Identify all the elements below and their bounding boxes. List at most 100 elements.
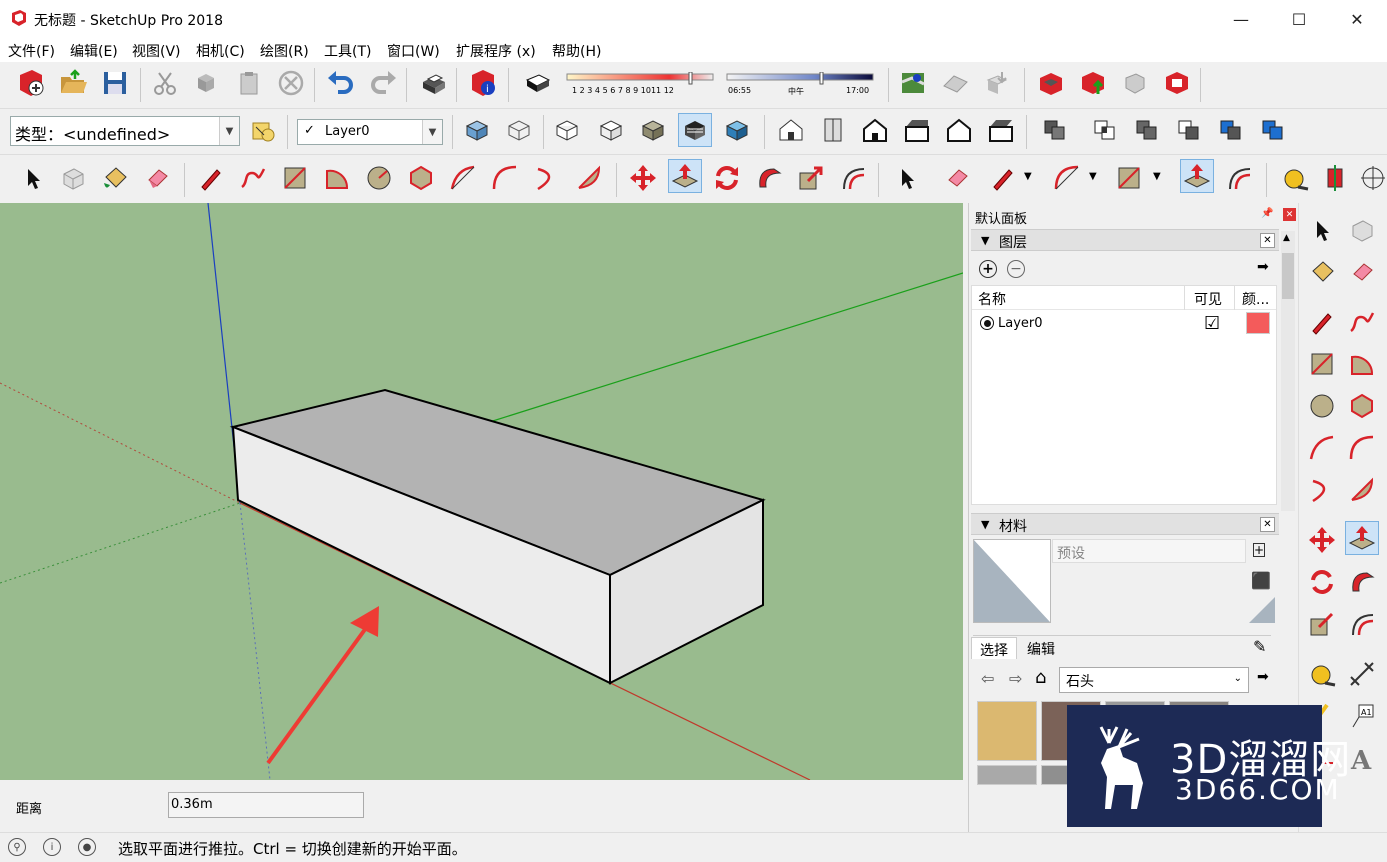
extension-warehouse-button[interactable] xyxy=(1160,66,1194,100)
rectangle-tool-icon[interactable] xyxy=(1305,347,1339,381)
column-name[interactable]: 名称 xyxy=(978,289,1006,309)
push-pull-tool-icon[interactable] xyxy=(668,159,702,193)
measurement-input[interactable]: 0.36m xyxy=(168,792,364,818)
layer-name[interactable]: Layer0 xyxy=(998,316,1043,331)
share-component-icon[interactable] xyxy=(1118,66,1152,100)
top-view-icon[interactable] xyxy=(816,113,850,147)
line-tool-icon[interactable] xyxy=(1305,305,1339,339)
tape-measure-icon[interactable] xyxy=(1278,161,1312,195)
geolocation-status-icon[interactable]: ⚲ xyxy=(8,838,26,856)
back-arrow-icon[interactable]: ⇦ xyxy=(981,669,994,688)
outer-shell-icon[interactable] xyxy=(1038,113,1072,147)
home-icon[interactable]: ⌂ xyxy=(1035,667,1046,688)
subtract-icon[interactable] xyxy=(1172,113,1206,147)
style-settings-button[interactable] xyxy=(246,113,280,147)
offset-tool-icon[interactable] xyxy=(836,161,870,195)
arc-tool-icon[interactable] xyxy=(1305,431,1339,465)
eraser-icon[interactable] xyxy=(140,161,174,195)
new-file-button[interactable] xyxy=(14,66,48,100)
menu-extensions[interactable]: 扩展程序 (x) xyxy=(456,41,536,61)
three-point-arc-icon[interactable] xyxy=(530,161,564,195)
menu-window[interactable]: 窗口(W) xyxy=(387,41,440,61)
paint-bucket-icon[interactable] xyxy=(1305,255,1339,289)
layer-row[interactable]: Layer0 ☑ xyxy=(972,312,1276,338)
freehand-tool-icon[interactable] xyxy=(1345,305,1379,339)
eraser-tool-large-icon[interactable] xyxy=(940,161,974,195)
menu-edit[interactable]: 编辑(E) xyxy=(70,41,118,61)
tab-select[interactable]: 选择 xyxy=(971,637,1017,659)
undo-button[interactable] xyxy=(324,66,358,100)
panel-close-icon[interactable]: ✕ xyxy=(1260,517,1275,532)
style-type-select[interactable]: 类型：<undefined> ▼ xyxy=(10,116,240,146)
column-visible[interactable]: 可见 xyxy=(1194,289,1222,309)
close-button[interactable]: ✕ xyxy=(1328,0,1386,38)
material-category-select[interactable]: 石头 ⌄ xyxy=(1059,667,1249,693)
tape-measure-icon[interactable] xyxy=(1305,657,1339,691)
material-name-field[interactable]: 预设 xyxy=(1052,539,1246,563)
geo-location-button[interactable] xyxy=(896,66,930,100)
offset-tool-icon[interactable] xyxy=(1345,607,1379,641)
share-model-button[interactable] xyxy=(1076,66,1110,100)
menu-view[interactable]: 视图(V) xyxy=(132,41,181,61)
back-view-icon[interactable] xyxy=(942,113,976,147)
tab-edit[interactable]: 编辑 xyxy=(1019,637,1063,659)
material-thumbnail-sandstone[interactable] xyxy=(977,701,1037,761)
right-view-icon[interactable] xyxy=(900,113,934,147)
shadows-toggle-button[interactable] xyxy=(520,66,554,100)
two-point-arc-icon[interactable] xyxy=(488,161,522,195)
paste-icon[interactable] xyxy=(232,66,266,100)
left-view-icon[interactable] xyxy=(984,113,1018,147)
split-icon[interactable] xyxy=(1256,113,1290,147)
shaded-textures-style-icon[interactable] xyxy=(636,113,670,147)
offset-large-icon[interactable] xyxy=(1222,161,1256,195)
info-status-icon[interactable]: i xyxy=(43,838,61,856)
hidden-line-style-icon[interactable] xyxy=(550,113,584,147)
menu-tools[interactable]: 工具(T) xyxy=(324,41,371,61)
rotated-rectangle-icon[interactable] xyxy=(320,161,354,195)
intersect-icon[interactable] xyxy=(1088,113,1122,147)
default-material-icon[interactable]: ⬛ xyxy=(1251,571,1271,590)
push-pull-large-icon[interactable] xyxy=(1180,159,1214,193)
push-pull-tool-icon[interactable] xyxy=(1345,521,1379,555)
three-point-arc-icon[interactable] xyxy=(1305,473,1339,507)
select-tool-icon[interactable] xyxy=(1305,213,1339,247)
time-slider[interactable]: 06:55 中午 17:00 xyxy=(726,71,874,102)
section-plane-icon[interactable] xyxy=(1318,161,1352,195)
details-arrow-icon[interactable]: ➡ xyxy=(1257,669,1269,685)
chevron-down-icon[interactable]: ▼ xyxy=(1089,171,1097,182)
active-layer-select[interactable]: ✓ Layer0 ▼ xyxy=(297,119,443,145)
rectangle-tool-large-icon[interactable] xyxy=(1112,161,1146,195)
add-terrain-icon[interactable] xyxy=(938,66,972,100)
forward-arrow-icon[interactable]: ⇨ xyxy=(1009,669,1022,688)
pie-tool-icon[interactable] xyxy=(572,161,606,195)
two-point-arc-icon[interactable] xyxy=(1345,431,1379,465)
open-folder-button[interactable] xyxy=(56,66,90,100)
line-tool-icon[interactable] xyxy=(194,161,228,195)
warehouse-button[interactable] xyxy=(1034,66,1068,100)
make-component-icon[interactable] xyxy=(1345,213,1379,247)
materials-panel-header[interactable]: ▼ 材料 ✕ xyxy=(971,513,1279,535)
menu-camera[interactable]: 相机(C) xyxy=(196,41,245,61)
select-tool-icon-large[interactable] xyxy=(890,161,924,195)
dimension-tool-icon[interactable] xyxy=(1345,657,1379,691)
maximize-button[interactable]: ☐ xyxy=(1270,0,1328,38)
shaded-style-icon[interactable] xyxy=(594,113,628,147)
iso-view-icon[interactable] xyxy=(774,113,808,147)
copy-icon[interactable] xyxy=(190,66,224,100)
model-info-button[interactable]: i xyxy=(466,66,500,100)
freehand-tool-icon[interactable] xyxy=(236,161,270,195)
rotate-tool-icon[interactable] xyxy=(710,161,744,195)
rotated-rectangle-icon[interactable] xyxy=(1345,347,1379,381)
axes-tool-icon[interactable] xyxy=(1356,161,1387,195)
minimize-button[interactable]: — xyxy=(1212,0,1270,38)
eyedropper-icon[interactable]: ✎ xyxy=(1253,637,1266,656)
union-icon[interactable] xyxy=(1130,113,1164,147)
save-button[interactable] xyxy=(98,66,132,100)
pie-tool-icon[interactable] xyxy=(1345,473,1379,507)
erase-selection-icon[interactable] xyxy=(274,66,308,100)
select-tool-icon[interactable] xyxy=(16,161,50,195)
layers-panel-header[interactable]: ▼ 图层 ✕ xyxy=(971,229,1279,251)
cut-icon[interactable] xyxy=(148,66,182,100)
chevron-down-icon[interactable]: ▼ xyxy=(1153,171,1161,182)
panel-close-icon[interactable]: ✕ xyxy=(1260,233,1275,248)
